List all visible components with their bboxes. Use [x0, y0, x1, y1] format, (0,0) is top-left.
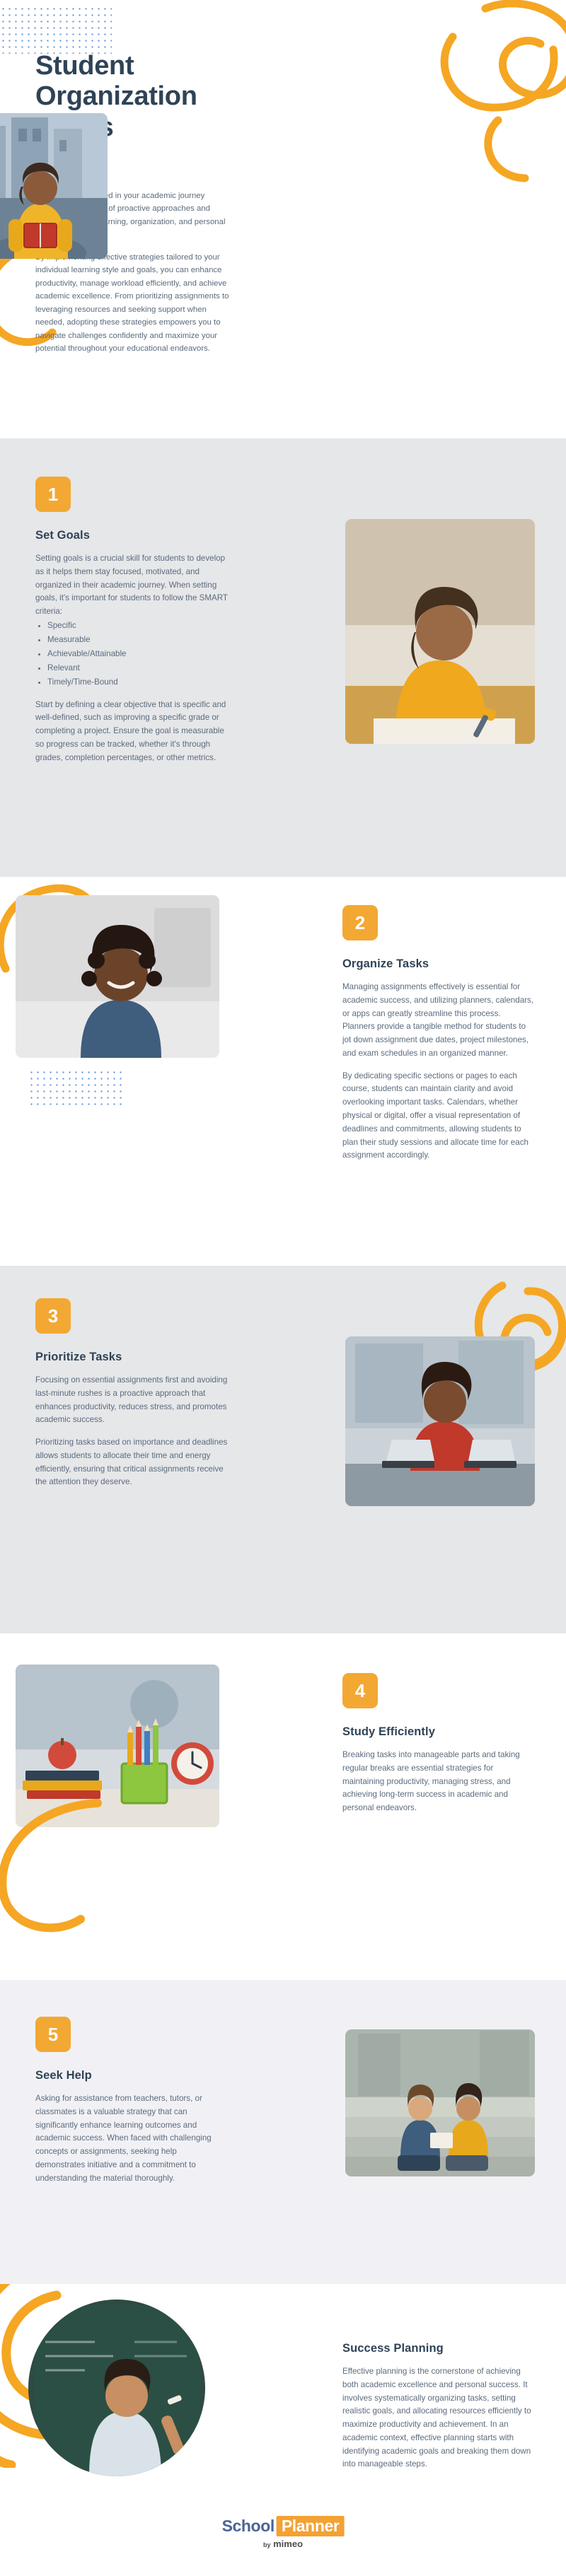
section-4-title: Study Efficiently [342, 1725, 435, 1738]
section-4-paragraph-1: Breaking tasks into manageable parts and… [342, 1750, 520, 1813]
section-5-paragraph-1: Asking for assistance from teachers, tut… [35, 2094, 212, 2183]
section-3-paragraph-1: Focusing on essential assignments first … [35, 1375, 228, 1425]
section-1-set-goals: 1 Set Goals Setting goals is a crucial s… [0, 438, 566, 877]
logo-mimeo-text: mimeo [273, 2539, 304, 2549]
section-1-number-badge: 1 [35, 477, 71, 512]
section-3-title: Prioritize Tasks [35, 1351, 122, 1363]
section-6-content: Success Planning Effective planning is t… [342, 2342, 535, 2471]
section-6-title: Success Planning [342, 2342, 444, 2355]
list-item: Specific [47, 619, 228, 633]
section-2-number-badge: 2 [342, 905, 378, 940]
section-1-title: Set Goals [35, 529, 91, 542]
section-1-paragraph-2: Start by defining a clear objective that… [35, 699, 226, 762]
orange-swirl-decoration [440, 0, 566, 182]
section-2-organize-tasks: 2 Organize Tasks Managing assignments ef… [0, 877, 566, 1266]
list-item: Timely/Time-Bound [47, 675, 228, 689]
section-1-body: Setting goals is a crucial skill for stu… [35, 552, 228, 619]
section-3-number-badge: 3 [35, 1298, 71, 1334]
section-3-photo-student-at-laptop [345, 1336, 535, 1506]
section-5-title: Seek Help [35, 2069, 92, 2082]
section-4-photo-desk-supplies [16, 1665, 219, 1827]
logo-planner-text: Planner [276, 2516, 345, 2536]
section-1-paragraph-1: Setting goals is a crucial skill for stu… [35, 554, 228, 617]
section-3-paragraph-2: Prioritizing tasks based on importance a… [35, 1438, 228, 1487]
section-3-content: 3 Prioritize Tasks Focusing on essential… [35, 1298, 228, 1489]
section-4-body: Breaking tasks into manageable parts and… [342, 1749, 535, 1815]
logo-school-text: School [221, 2517, 275, 2535]
dot-pattern-decoration [0, 6, 112, 54]
section-6-paragraph-1: Effective planning is the cornerstone of… [342, 2367, 531, 2469]
section-2-body: Managing assignments effectively is esse… [342, 981, 535, 1162]
smart-criteria-list: Specific Measurable Achievable/Attainabl… [47, 619, 228, 689]
hero-photo-student-with-book [0, 113, 108, 259]
hero-paragraph-2: By implementing effective strategies tai… [35, 252, 229, 354]
section-5-seek-help: 5 Seek Help Asking for assistance from t… [0, 1980, 566, 2284]
logo-wordmark: School Planner [221, 2516, 345, 2536]
section-2-paragraph-2: By dedicating specific sections or pages… [342, 1071, 529, 1160]
section-6-photo-student-at-chalkboard [28, 2300, 205, 2476]
section-4-number-badge: 4 [342, 1673, 378, 1708]
section-2-content: 2 Organize Tasks Managing assignments ef… [342, 905, 535, 1162]
logo-by-text: by [262, 2541, 271, 2548]
section-6-body: Effective planning is the cornerstone of… [342, 2365, 535, 2471]
infographic-page: Student Organization Hacks Strategies to… [0, 0, 566, 2576]
list-item: Achievable/Attainable [47, 647, 228, 661]
section-6-success-planning: Success Planning Effective planning is t… [0, 2284, 566, 2576]
footer-logo-school-planner: School Planner by mimeo [221, 2516, 345, 2549]
list-item: Measurable [47, 633, 228, 647]
section-5-number-badge: 5 [35, 2017, 71, 2052]
dot-pattern-decoration [453, 448, 538, 494]
section-4-content: 4 Study Efficiently Breaking tasks into … [342, 1673, 535, 1815]
section-4-study-efficiently: 4 Study Efficiently Breaking tasks into … [0, 1633, 566, 1980]
section-2-title: Organize Tasks [342, 957, 429, 970]
section-5-content: 5 Seek Help Asking for assistance from t… [35, 2017, 228, 2185]
section-3-prioritize-tasks: 3 Prioritize Tasks Focusing on essential… [0, 1266, 566, 1633]
section-5-photo-students-on-steps [345, 2029, 535, 2176]
section-3-body: Focusing on essential assignments first … [35, 1374, 228, 1489]
section-1-content: 1 Set Goals Setting goals is a crucial s… [35, 477, 228, 765]
hero-section: Student Organization Hacks Strategies to… [0, 0, 566, 438]
list-item: Relevant [47, 661, 228, 675]
section-2-paragraph-1: Managing assignments effectively is esse… [342, 982, 534, 1058]
section-2-photo-smiling-student [16, 895, 219, 1058]
logo-byline: by mimeo [222, 2539, 345, 2549]
section-1-photo-student-writing [345, 519, 535, 744]
section-5-body: Asking for assistance from teachers, tut… [35, 2092, 228, 2185]
dot-pattern-decoration [28, 1069, 122, 1107]
